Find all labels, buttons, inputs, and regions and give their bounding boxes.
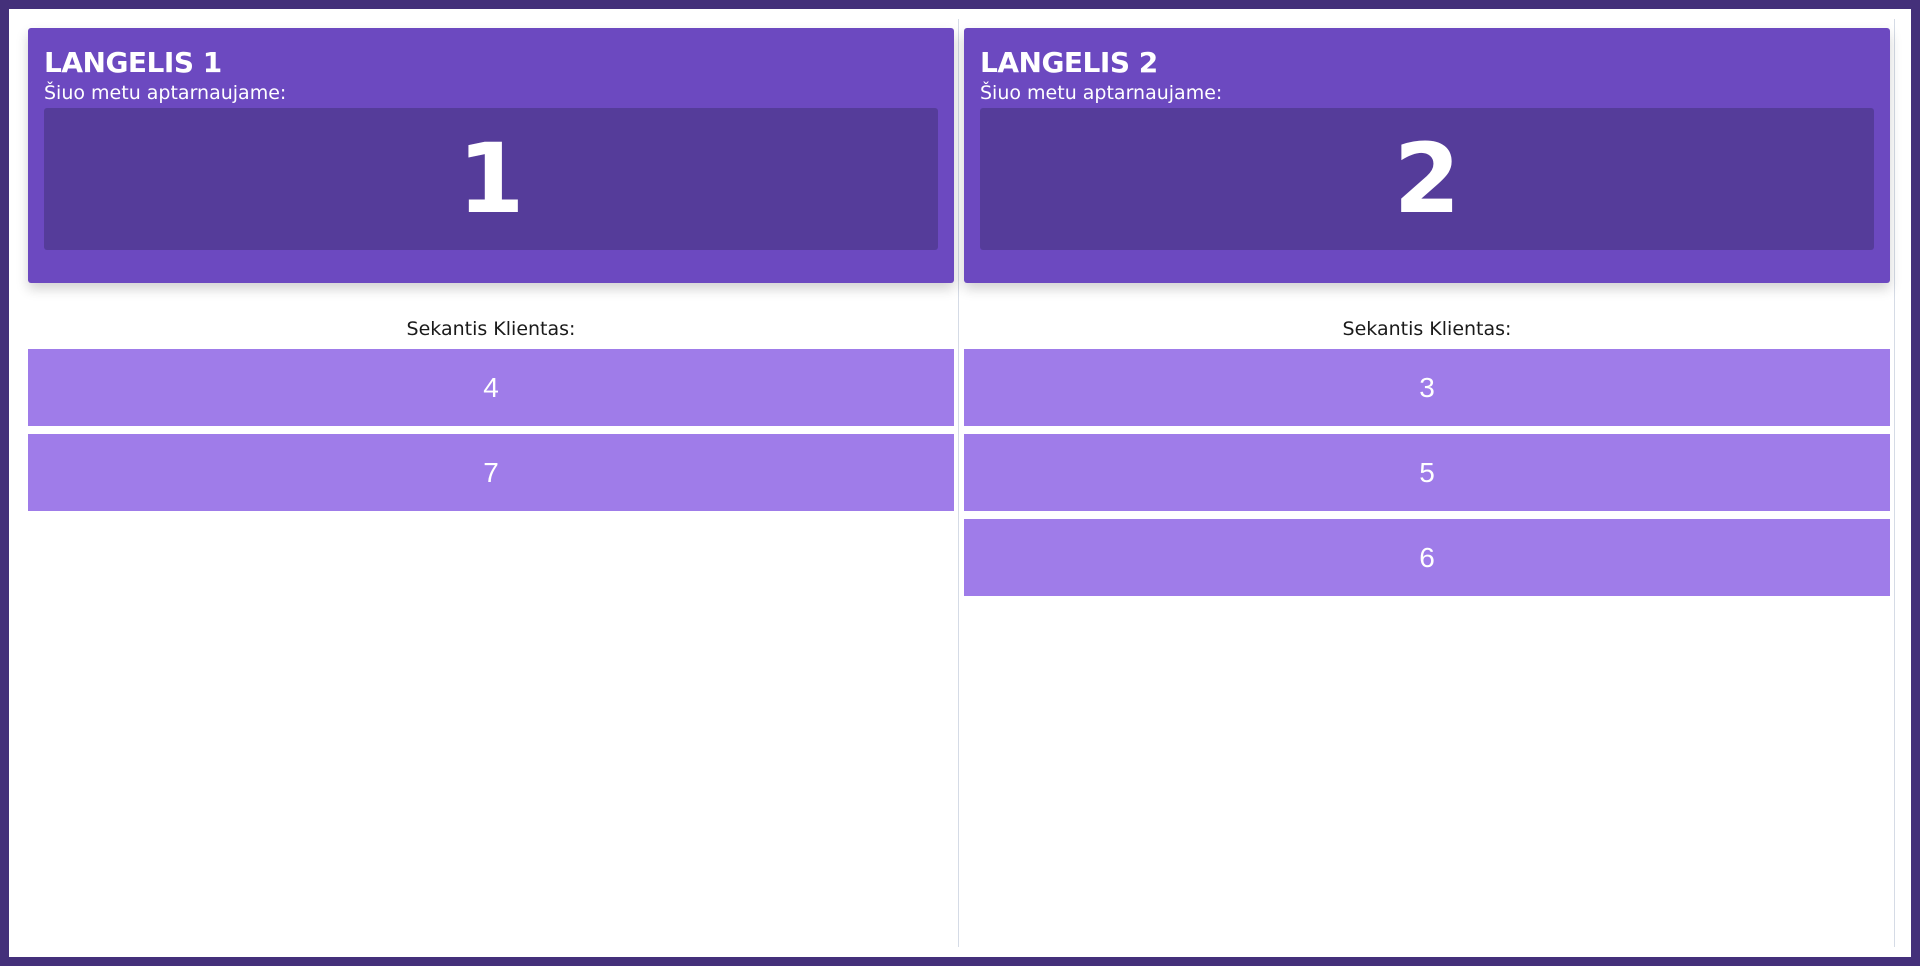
next-client-label: Sekantis Klientas: <box>406 318 576 340</box>
window-subtitle: Šiuo metu aptarnaujame: <box>980 82 1223 104</box>
column-divider <box>958 19 959 947</box>
queue-list: 3 5 6 <box>964 349 1890 596</box>
queue-item: 7 <box>28 434 954 511</box>
window-column-1: LANGELIS 1 Šiuo metu aptarnaujame: 1 Sek… <box>28 28 954 519</box>
queue-display: LANGELIS 1 Šiuo metu aptarnaujame: 1 Sek… <box>9 9 1911 957</box>
queue-item: 6 <box>964 519 1890 596</box>
window-column-2: LANGELIS 2 Šiuo metu aptarnaujame: 2 Sek… <box>964 28 1890 604</box>
window-title: LANGELIS 1 <box>44 46 222 79</box>
queue-item: 3 <box>964 349 1890 426</box>
current-number: 1 <box>457 123 525 235</box>
window-card-2: LANGELIS 2 Šiuo metu aptarnaujame: 2 <box>964 28 1890 283</box>
current-number-box: 2 <box>980 108 1874 250</box>
queue-list: 4 7 <box>28 349 954 511</box>
queue-item: 4 <box>28 349 954 426</box>
current-number: 2 <box>1393 123 1461 235</box>
window-title: LANGELIS 2 <box>980 46 1158 79</box>
window-subtitle: Šiuo metu aptarnaujame: <box>44 82 287 104</box>
current-number-box: 1 <box>44 108 938 250</box>
right-edge-divider <box>1894 19 1895 947</box>
queue-item: 5 <box>964 434 1890 511</box>
next-client-label: Sekantis Klientas: <box>1342 318 1512 340</box>
window-card-1: LANGELIS 1 Šiuo metu aptarnaujame: 1 <box>28 28 954 283</box>
